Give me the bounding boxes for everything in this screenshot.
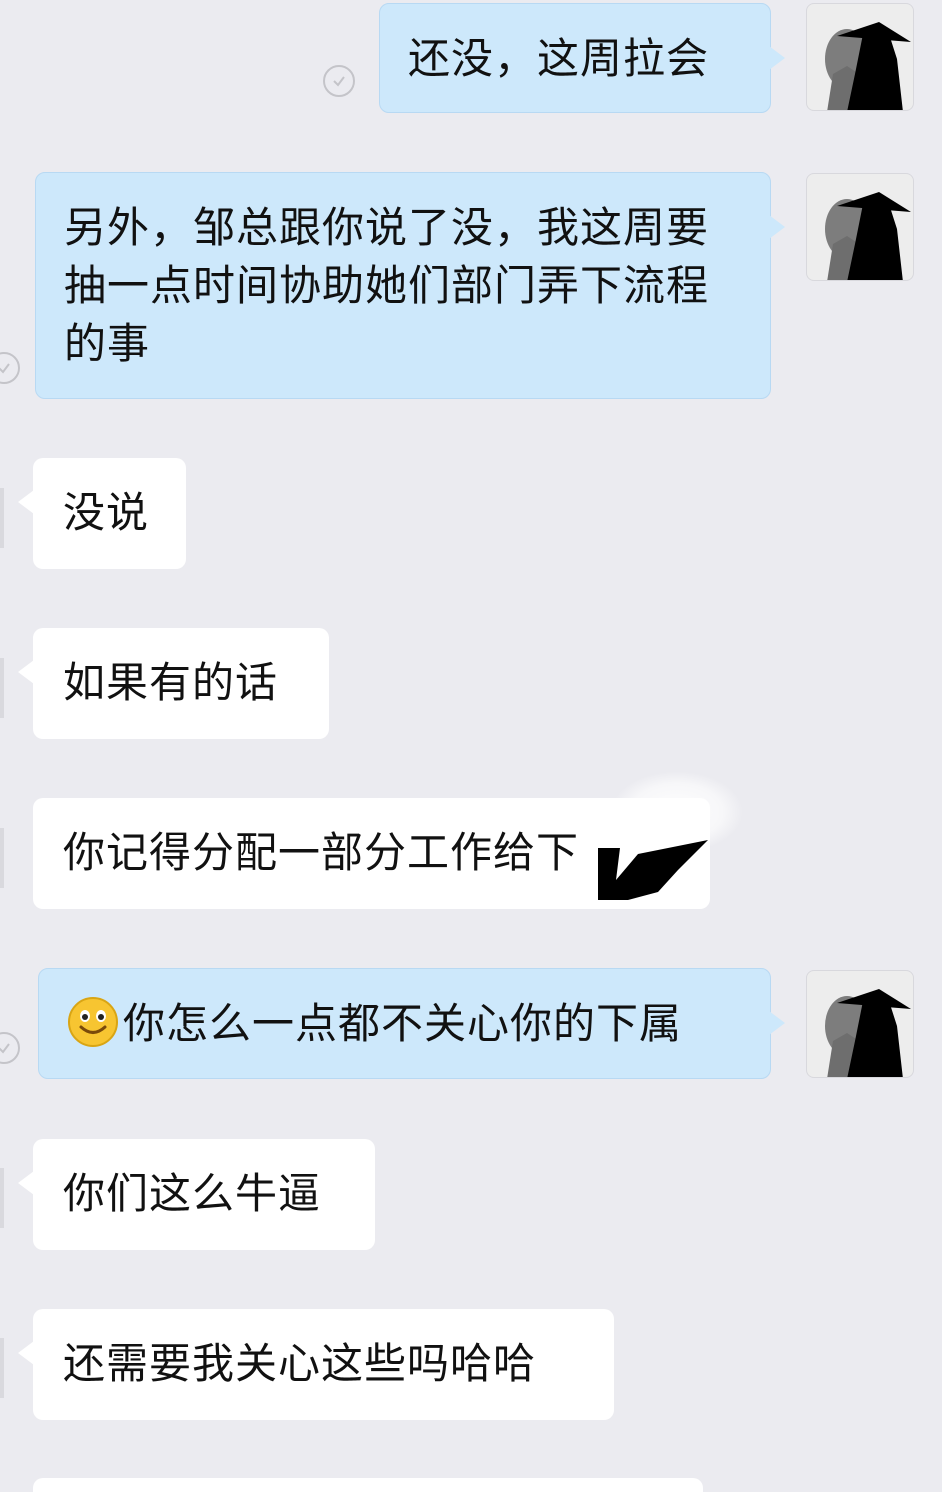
smiley-emoji-icon — [68, 997, 118, 1047]
message-text: 你记得分配一部分工作给下 — [63, 828, 580, 877]
cropped-avatar-edge — [0, 828, 4, 888]
avatar[interactable] — [806, 173, 914, 281]
message-text: 还没，这周拉会 — [408, 34, 710, 83]
read-receipt-icon — [0, 352, 20, 384]
message-text: 另外，邹总跟你说了没，我这周要抽一点时间协助她们部门弄下流程的事 — [64, 203, 710, 368]
avatar[interactable] — [806, 970, 914, 1078]
redaction-mark — [598, 840, 708, 900]
cropped-avatar-edge — [0, 1168, 4, 1228]
message-bubble-outgoing[interactable]: 另外，邹总跟你说了没，我这周要抽一点时间协助她们部门弄下流程的事 — [35, 172, 785, 399]
message-bubble-outgoing[interactable]: 你怎么一点都不关心你的下属 — [38, 968, 785, 1079]
message-bubble-incoming[interactable]: 如果有的话 — [18, 628, 329, 739]
read-receipt-icon — [323, 65, 355, 97]
message-text: 你怎么一点都不关心你的下属 — [123, 999, 683, 1048]
message-bubble-incoming[interactable]: 还需要我关心这些吗哈哈 — [18, 1309, 614, 1420]
message-text: 还需要我关心这些吗哈哈 — [63, 1339, 537, 1388]
chat-window: 还没，这周拉会 另外，邹总跟你说了没，我这周要抽一点时间协助她们部门弄下流程的事… — [0, 0, 942, 1492]
message-text: 你们这么牛逼 — [63, 1169, 322, 1218]
silhouette-avatar-icon — [825, 989, 911, 1077]
cropped-avatar-edge — [0, 658, 4, 718]
message-text: 没说 — [63, 488, 150, 537]
message-bubble-partial — [33, 1478, 703, 1492]
silhouette-avatar-icon — [825, 192, 911, 280]
message-bubble-incoming[interactable]: 你们这么牛逼 — [18, 1139, 375, 1250]
avatar[interactable] — [806, 3, 914, 111]
silhouette-avatar-icon — [825, 22, 911, 110]
message-bubble-incoming[interactable]: 没说 — [18, 458, 186, 569]
message-bubble-outgoing[interactable]: 还没，这周拉会 — [379, 3, 785, 113]
read-receipt-icon — [0, 1032, 20, 1064]
message-text: 如果有的话 — [63, 658, 279, 707]
cropped-avatar-edge — [0, 1338, 4, 1398]
cropped-avatar-edge — [0, 488, 4, 548]
